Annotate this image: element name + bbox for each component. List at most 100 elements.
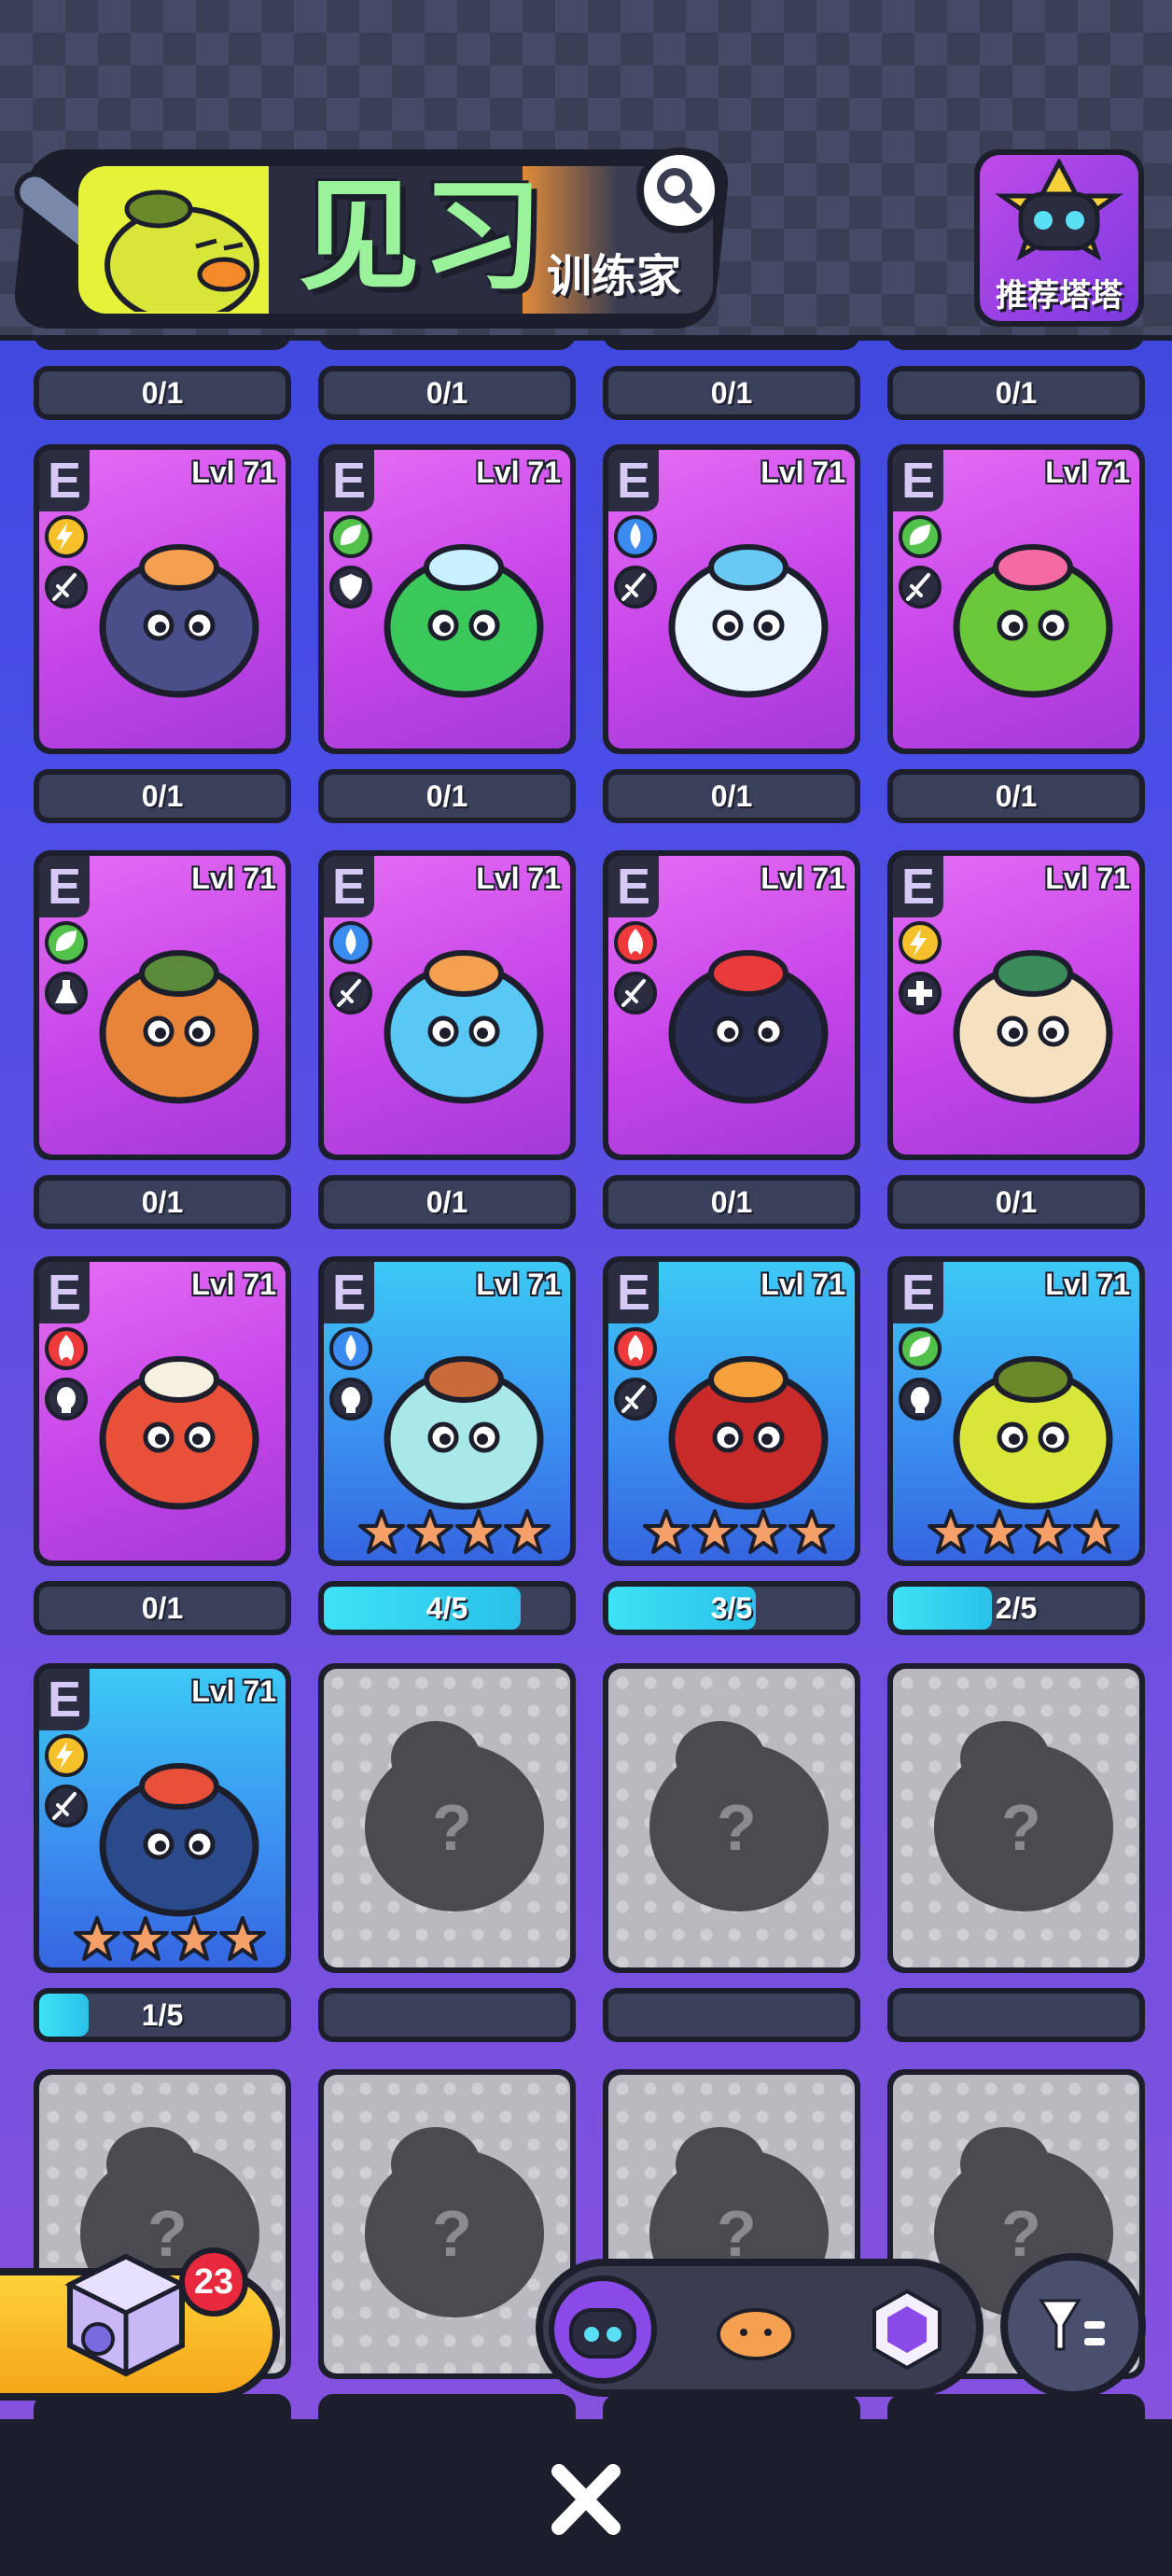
progress-text: 0/1 bbox=[426, 376, 468, 410]
monster-collection-grid: 0/1 0/1 0/1 0/1 E Lvl 71 0/1 E Lvl 71 0/1 E Lvl 71 0… bbox=[0, 341, 1172, 2419]
rank-letter: E bbox=[39, 1262, 90, 1323]
rank-letter: E bbox=[893, 1262, 943, 1323]
monster-card[interactable]: E Lvl 71 bbox=[318, 850, 576, 1160]
tab-monsters[interactable] bbox=[549, 2275, 657, 2384]
card-progress-bar: 3/5 bbox=[603, 1581, 860, 1635]
monster-card[interactable]: E Lvl 71 bbox=[34, 850, 291, 1160]
star-icon bbox=[74, 1916, 120, 1961]
search-button[interactable] bbox=[636, 147, 722, 233]
card-partial[interactable] bbox=[34, 341, 291, 350]
card-partial[interactable] bbox=[887, 341, 1145, 350]
slime-jar-monster-icon bbox=[384, 544, 544, 698]
tab-food[interactable] bbox=[702, 2275, 810, 2384]
locked-progress-bar bbox=[603, 1988, 860, 2042]
card-progress-bar: 0/1 bbox=[318, 769, 576, 823]
pear-duck-avatar-icon bbox=[105, 189, 259, 312]
card-progress-bar: 0/1 bbox=[34, 366, 291, 420]
star-rating bbox=[357, 1508, 551, 1557]
level-label: Lvl 71 bbox=[476, 455, 561, 489]
fire-element-icon bbox=[45, 1327, 88, 1370]
unknown-mark: ? bbox=[1001, 1791, 1041, 1864]
progress-text: 0/1 bbox=[710, 779, 753, 813]
star-icon bbox=[928, 1509, 974, 1554]
monster-card[interactable]: E Lvl 71 bbox=[887, 1256, 1145, 1566]
card-progress-bar: 0/1 bbox=[318, 1175, 576, 1229]
card-progress-bar: 0/1 bbox=[887, 1175, 1145, 1229]
star-icon bbox=[122, 1916, 169, 1961]
rank-letter: E bbox=[39, 1669, 90, 1730]
card-partial[interactable] bbox=[603, 341, 860, 350]
rank-title: 见习 bbox=[299, 168, 546, 304]
locked-monster-card[interactable]: ? bbox=[318, 1663, 576, 1973]
water-element-icon bbox=[329, 1327, 372, 1370]
locked-progress-bar bbox=[887, 1988, 1145, 2042]
star-icon bbox=[171, 1916, 217, 1961]
tab-crystals[interactable] bbox=[853, 2275, 961, 2384]
fire-element-icon bbox=[614, 1327, 657, 1370]
rank-subtitle: 训练家 bbox=[547, 252, 682, 301]
shield-role-icon bbox=[329, 566, 372, 609]
level-label: Lvl 71 bbox=[476, 1267, 561, 1301]
unknown-mark: ? bbox=[432, 2197, 472, 2270]
leaf-element-icon bbox=[899, 515, 942, 558]
monster-card[interactable]: E Lvl 71 bbox=[887, 444, 1145, 754]
mystery-cube-icon bbox=[64, 2253, 188, 2377]
fist-role-icon bbox=[45, 1378, 88, 1421]
card-partial[interactable] bbox=[318, 341, 576, 350]
progress-text: 0/1 bbox=[995, 779, 1038, 813]
leaf-element-icon bbox=[899, 1327, 942, 1370]
star-icon bbox=[788, 1509, 835, 1554]
fire-element-icon bbox=[614, 921, 657, 964]
lightning-element-icon bbox=[45, 1734, 88, 1777]
monster-card[interactable]: E Lvl 71 bbox=[603, 850, 860, 1160]
sword-role-icon bbox=[45, 566, 88, 609]
star-rating bbox=[642, 1508, 836, 1557]
sword-role-icon bbox=[614, 566, 657, 609]
heal-role-icon bbox=[899, 972, 942, 1015]
star-icon bbox=[1073, 1509, 1120, 1554]
category-tabs bbox=[536, 2259, 984, 2397]
unknown-mark: ? bbox=[1001, 2197, 1041, 2270]
rank-letter: E bbox=[608, 856, 659, 917]
sword-role-icon bbox=[614, 972, 657, 1015]
filter-button[interactable] bbox=[1000, 2253, 1146, 2399]
star-icon bbox=[358, 1509, 405, 1554]
monster-card[interactable]: E Lvl 71 bbox=[603, 1256, 860, 1566]
shell-crab-monster-icon bbox=[384, 1356, 544, 1510]
sword-role-icon bbox=[329, 972, 372, 1015]
flower-bug-monster-icon bbox=[953, 950, 1113, 1104]
level-label: Lvl 71 bbox=[1045, 1267, 1130, 1301]
water-element-icon bbox=[329, 921, 372, 964]
owl-monster-icon bbox=[668, 1356, 829, 1510]
progress-text: 0/1 bbox=[426, 779, 468, 813]
fish-monster-icon bbox=[99, 1356, 259, 1510]
monster-card[interactable]: E Lvl 71 bbox=[318, 1256, 576, 1566]
monster-card[interactable]: E Lvl 71 bbox=[34, 444, 291, 754]
progress-text: 4/5 bbox=[426, 1591, 468, 1625]
rank-letter: E bbox=[324, 1262, 374, 1323]
progress-text: 2/5 bbox=[995, 1591, 1038, 1625]
fist-role-icon bbox=[899, 1378, 942, 1421]
locked-monster-card[interactable]: ? bbox=[603, 1663, 860, 1973]
sword-role-icon bbox=[899, 566, 942, 609]
card-progress-bar: 0/1 bbox=[603, 1175, 860, 1229]
monster-card[interactable]: E Lvl 71 bbox=[603, 444, 860, 754]
rank-letter: E bbox=[608, 1262, 659, 1323]
lightning-element-icon bbox=[899, 921, 942, 964]
monster-card[interactable]: E Lvl 71 bbox=[34, 1256, 291, 1566]
recommend-button[interactable]: 推荐塔塔 bbox=[974, 149, 1144, 327]
close-button[interactable] bbox=[539, 2458, 633, 2541]
monster-card[interactable]: E Lvl 71 bbox=[887, 850, 1145, 1160]
progress-text: 0/1 bbox=[141, 376, 184, 410]
fox-monster-icon bbox=[668, 950, 829, 1104]
progress-text: 1/5 bbox=[141, 1998, 184, 2032]
water-element-icon bbox=[614, 515, 657, 558]
monster-card[interactable]: E Lvl 71 bbox=[318, 444, 576, 754]
star-icon bbox=[1025, 1509, 1071, 1554]
monster-card[interactable]: E Lvl 71 bbox=[34, 1663, 291, 1973]
star-icon bbox=[643, 1509, 690, 1554]
locked-monster-card[interactable]: ? bbox=[887, 1663, 1145, 1973]
star-icon bbox=[691, 1509, 738, 1554]
pear-duck-monster-icon bbox=[953, 1356, 1113, 1510]
star-icon bbox=[455, 1509, 502, 1554]
